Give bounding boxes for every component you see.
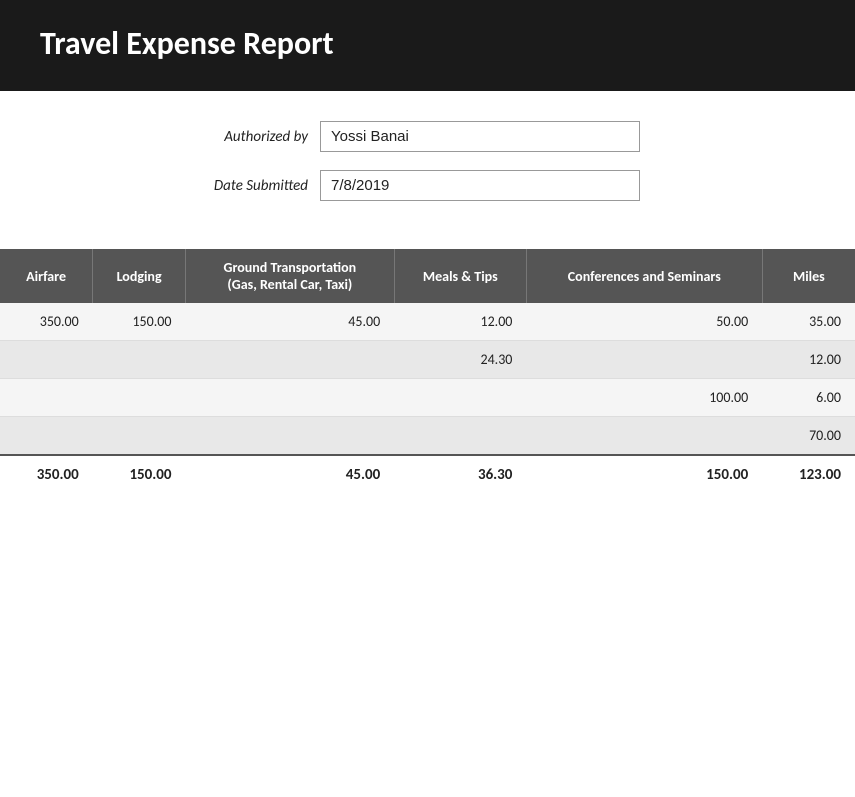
total-cell: 123.00 [762, 455, 855, 494]
table-cell: 24.30 [394, 341, 526, 379]
date-submitted-label: Date Submitted [40, 177, 320, 195]
table-cell [93, 341, 186, 379]
table-cell [185, 341, 394, 379]
table-header-row: Airfare Lodging Ground Transportation(Ga… [0, 249, 855, 303]
table-cell [526, 341, 762, 379]
table-cell [526, 417, 762, 456]
table-cell [0, 379, 93, 417]
form-section: Authorized by Date Submitted [0, 91, 855, 239]
col-conferences: Conferences and Seminars [526, 249, 762, 303]
table-cell [185, 417, 394, 456]
table-cell: 70.00 [762, 417, 855, 456]
table-cell: 100.00 [526, 379, 762, 417]
table-cell: 6.00 [762, 379, 855, 417]
table-cell [0, 341, 93, 379]
total-cell: 45.00 [185, 455, 394, 494]
table-cell [93, 417, 186, 456]
table-cell: 350.00 [0, 303, 93, 341]
authorized-by-input[interactable] [320, 121, 640, 152]
table-row: 100.006.00 [0, 379, 855, 417]
col-ground-transportation: Ground Transportation(Gas, Rental Car, T… [185, 249, 394, 303]
table-cell [394, 379, 526, 417]
expense-table-section: Airfare Lodging Ground Transportation(Ga… [0, 239, 855, 494]
table-row: 350.00150.0045.0012.0050.0035.00 [0, 303, 855, 341]
table-cell [93, 379, 186, 417]
totals-row: 350.00150.0045.0036.30150.00123.00 [0, 455, 855, 494]
total-cell: 150.00 [526, 455, 762, 494]
total-cell: 36.30 [394, 455, 526, 494]
header-bar: Travel Expense Report [0, 0, 855, 91]
col-miles: Miles [762, 249, 855, 303]
table-cell: 12.00 [394, 303, 526, 341]
table-row: 24.30 12.00 [0, 341, 855, 379]
col-airfare: Airfare [0, 249, 93, 303]
table-cell: 45.00 [185, 303, 394, 341]
authorized-by-row: Authorized by [40, 121, 815, 152]
page-title: Travel Expense Report [40, 24, 815, 63]
table-cell: 35.00 [762, 303, 855, 341]
table-cell: 150.00 [93, 303, 186, 341]
authorized-by-label: Authorized by [40, 128, 320, 146]
table-cell [0, 417, 93, 456]
table-row: 70.00 [0, 417, 855, 456]
table-cell: 50.00 [526, 303, 762, 341]
col-meals-tips: Meals & Tips [394, 249, 526, 303]
date-submitted-input[interactable] [320, 170, 640, 201]
expense-table: Airfare Lodging Ground Transportation(Ga… [0, 249, 855, 494]
table-cell: 12.00 [762, 341, 855, 379]
total-cell: 150.00 [93, 455, 186, 494]
table-cell [394, 417, 526, 456]
total-cell: 350.00 [0, 455, 93, 494]
table-cell [185, 379, 394, 417]
col-lodging: Lodging [93, 249, 186, 303]
date-submitted-row: Date Submitted [40, 170, 815, 201]
